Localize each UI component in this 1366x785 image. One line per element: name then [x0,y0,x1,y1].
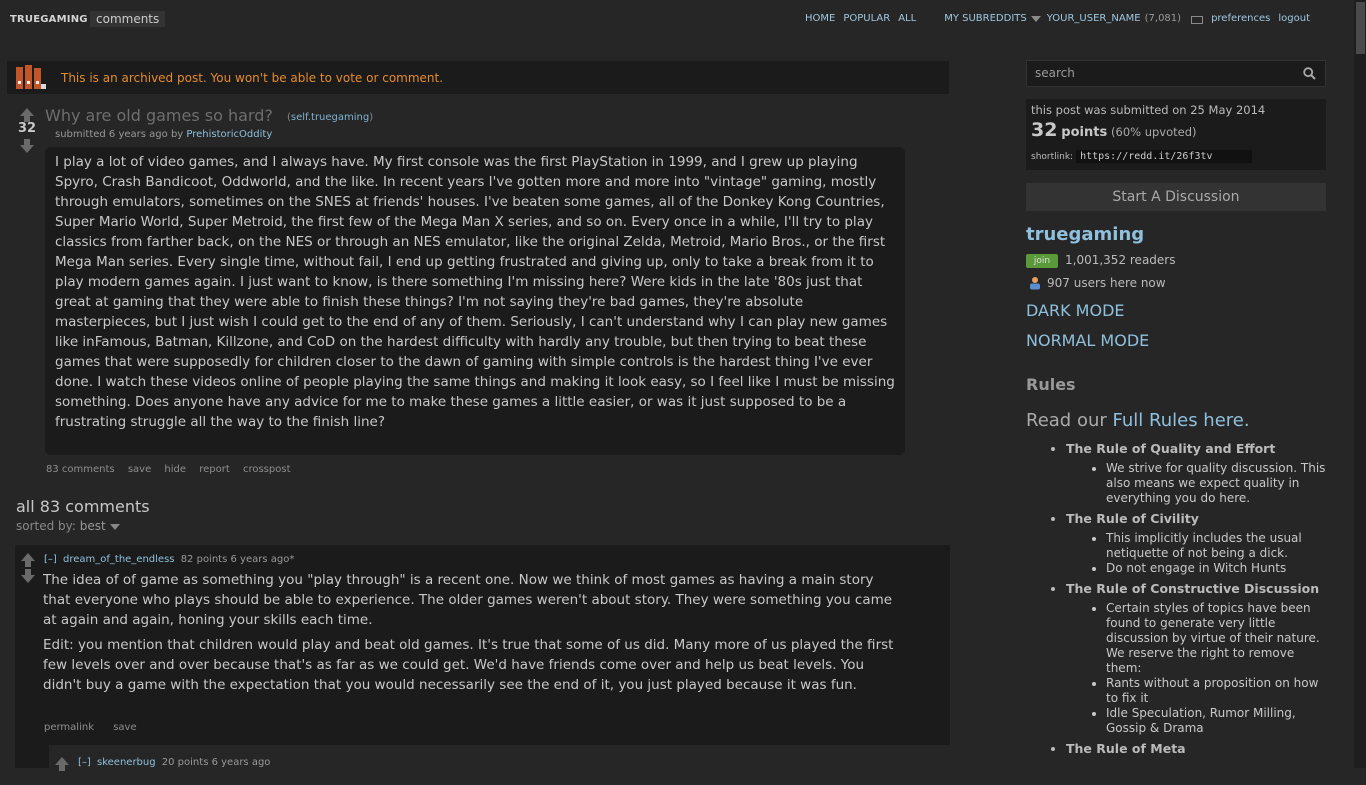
archived-notice: This is an archived post. You won't be a… [7,61,949,94]
search-box [1026,60,1326,87]
comment-body: The idea of of game as something you "pl… [43,570,903,700]
collapse-toggle[interactable]: [–] [44,554,57,565]
reader-count: 1,001,352 readers [1065,253,1176,267]
rule-detail: Rants without a proposition on how to fi… [1106,676,1326,706]
comment-author-link[interactable]: dream_of_the_endless [63,554,175,565]
comment: [–] dream_of_the_endless 82 points 6 yea… [15,545,950,785]
rule-title: The Rule of Constructive Discussion [1066,581,1320,596]
start-discussion-button[interactable]: Start A Discussion [1026,183,1326,211]
rule-detail: Certain styles of topics have been found… [1106,601,1326,676]
sort-selector: sorted by: best [16,519,126,533]
collapse-toggle[interactable]: [–] [78,757,91,768]
downvote-arrow-icon[interactable] [20,139,34,153]
online-count: 907 users here now [1047,276,1166,290]
comments-link[interactable]: 83 comments [46,464,115,475]
hide-link[interactable]: hide [164,464,186,475]
nav-popular-link[interactable]: POPULAR [843,13,890,24]
shortlink: shortlink: https://redd.it/26f3tv [1031,150,1253,163]
comment-actions: permalink save [44,722,153,733]
post-info-box: this post was submitted on 25 May 2014 3… [1026,99,1326,170]
rule-detail: We strive for quality discussion. This a… [1106,461,1326,506]
chevron-down-icon[interactable] [1030,15,1041,22]
site-header: TRUEGAMING comments HOME POPULAR ALL MY … [0,0,1354,44]
subreddit-name-link[interactable]: truegaming [1026,224,1144,245]
rules-heading: Rules [1026,375,1076,394]
dark-mode-link[interactable]: DARK MODE [1026,301,1125,320]
chevron-down-icon[interactable] [109,524,120,530]
username-link[interactable]: YOUR_USER_NAME [1047,13,1141,24]
points-word: points [1061,125,1108,140]
crosspost-link[interactable]: crosspost [243,464,291,475]
rule-item: The Rule of Civility This implicitly inc… [1066,511,1326,576]
rules-list: The Rule of Quality and Effort We strive… [1026,441,1326,761]
subreddit-brand-link[interactable]: TRUEGAMING [10,14,88,25]
downvote-arrow-icon[interactable] [21,569,35,583]
search-icon[interactable] [1303,67,1316,80]
post-actions: 83 comments save hide report crosspost [46,464,301,475]
report-link[interactable]: report [199,464,230,475]
post-author-link[interactable]: PrehistoricOddity [186,129,272,140]
sort-dropdown[interactable]: best [80,519,106,533]
sort-label: sorted by: [16,519,76,533]
top-nav: HOME POPULAR ALL MY SUBREDDITS YOUR_USER… [797,13,1310,24]
nav-all-link[interactable]: ALL [898,13,916,24]
comment-tagline: [–] skeenerbug 20 points 6 years ago [78,757,270,768]
page-scrollbar[interactable] [1354,0,1366,768]
comment-save-link[interactable]: save [113,722,136,733]
preferences-link[interactable]: preferences [1211,13,1270,24]
comment-author-link[interactable]: skeenerbug [97,757,156,768]
mail-icon[interactable] [1191,15,1204,24]
archived-text: This is an archived post. You won't be a… [61,71,444,85]
rule-detail: Idle Speculation, Rumor Milling, Gossip … [1106,706,1326,736]
save-link[interactable]: save [128,464,151,475]
rule-item: The Rule of Quality and Effort We strive… [1066,441,1326,506]
comment-paragraph: Edit: you mention that children would pl… [43,637,894,693]
scrollbar-thumb[interactable] [1356,2,1365,54]
post-domain: (self.truegaming) [287,112,373,123]
karma-count: (7,081) [1144,13,1182,24]
comment-meta: 82 points 6 years ago* [180,554,295,565]
rule-item: The Rule of Constructive Discussion Cert… [1066,581,1326,736]
post-title[interactable]: Why are old games so hard? [45,106,273,125]
comments-title: all 83 comments [16,497,150,516]
post-score: 32 [18,121,37,136]
my-subreddits-dropdown[interactable]: MY SUBREDDITS [944,13,1027,24]
upvote-arrow-icon[interactable] [20,108,34,122]
join-button[interactable]: join [1026,254,1058,268]
post-body: I play a lot of video games, and I alway… [45,147,905,455]
user-online-icon [1030,277,1040,290]
rule-title: The Rule of Quality and Effort [1066,441,1276,456]
child-comment: [–] skeenerbug 20 points 6 years ago [49,745,950,785]
read-rules-line: Read our Full Rules here. [1026,410,1250,431]
upvote-arrow-icon[interactable] [55,757,69,771]
read-our-text: Read our [1026,410,1107,431]
archive-box-icon [16,65,46,89]
logout-link[interactable]: logout [1278,13,1310,24]
search-input[interactable] [1035,66,1285,80]
submitted-date: this post was submitted on 25 May 2014 [1031,103,1266,117]
rule-detail: Do not engage in Witch Hunts [1106,561,1326,576]
rule-title: The Rule of Civility [1066,511,1199,526]
comment-meta: 20 points 6 years ago [161,757,271,768]
upvote-percentage: (60% upvoted) [1111,125,1197,139]
points-summary: 32 points (60% upvoted) [1031,119,1197,141]
points-value: 32 [1031,119,1058,141]
post-domain-link[interactable]: self.truegaming [291,112,369,123]
full-rules-link[interactable]: Full Rules here. [1113,410,1250,431]
post-tagline: submitted 6 years ago by PrehistoricOddi… [55,129,272,140]
submitted-prefix: submitted 6 years ago by [55,129,184,140]
rule-detail: This implicitly includes the usual netiq… [1106,531,1326,561]
shortlink-label: shortlink: [1031,152,1074,162]
permalink-link[interactable]: permalink [44,722,94,733]
nav-home-link[interactable]: HOME [805,13,835,24]
comment-tagline: [–] dream_of_the_endless 82 points 6 yea… [44,554,294,565]
rule-title: The Rule of Meta [1066,741,1186,756]
upvote-arrow-icon[interactable] [21,553,35,567]
page-name-tab[interactable]: comments [90,11,166,27]
shortlink-field[interactable]: https://redd.it/26f3tv [1076,150,1253,163]
normal-mode-link[interactable]: NORMAL MODE [1026,331,1149,350]
domain-close-paren: ) [369,112,374,123]
comment-paragraph: The idea of of game as something you "pl… [43,572,893,628]
rule-item: The Rule of Meta [1066,741,1326,756]
